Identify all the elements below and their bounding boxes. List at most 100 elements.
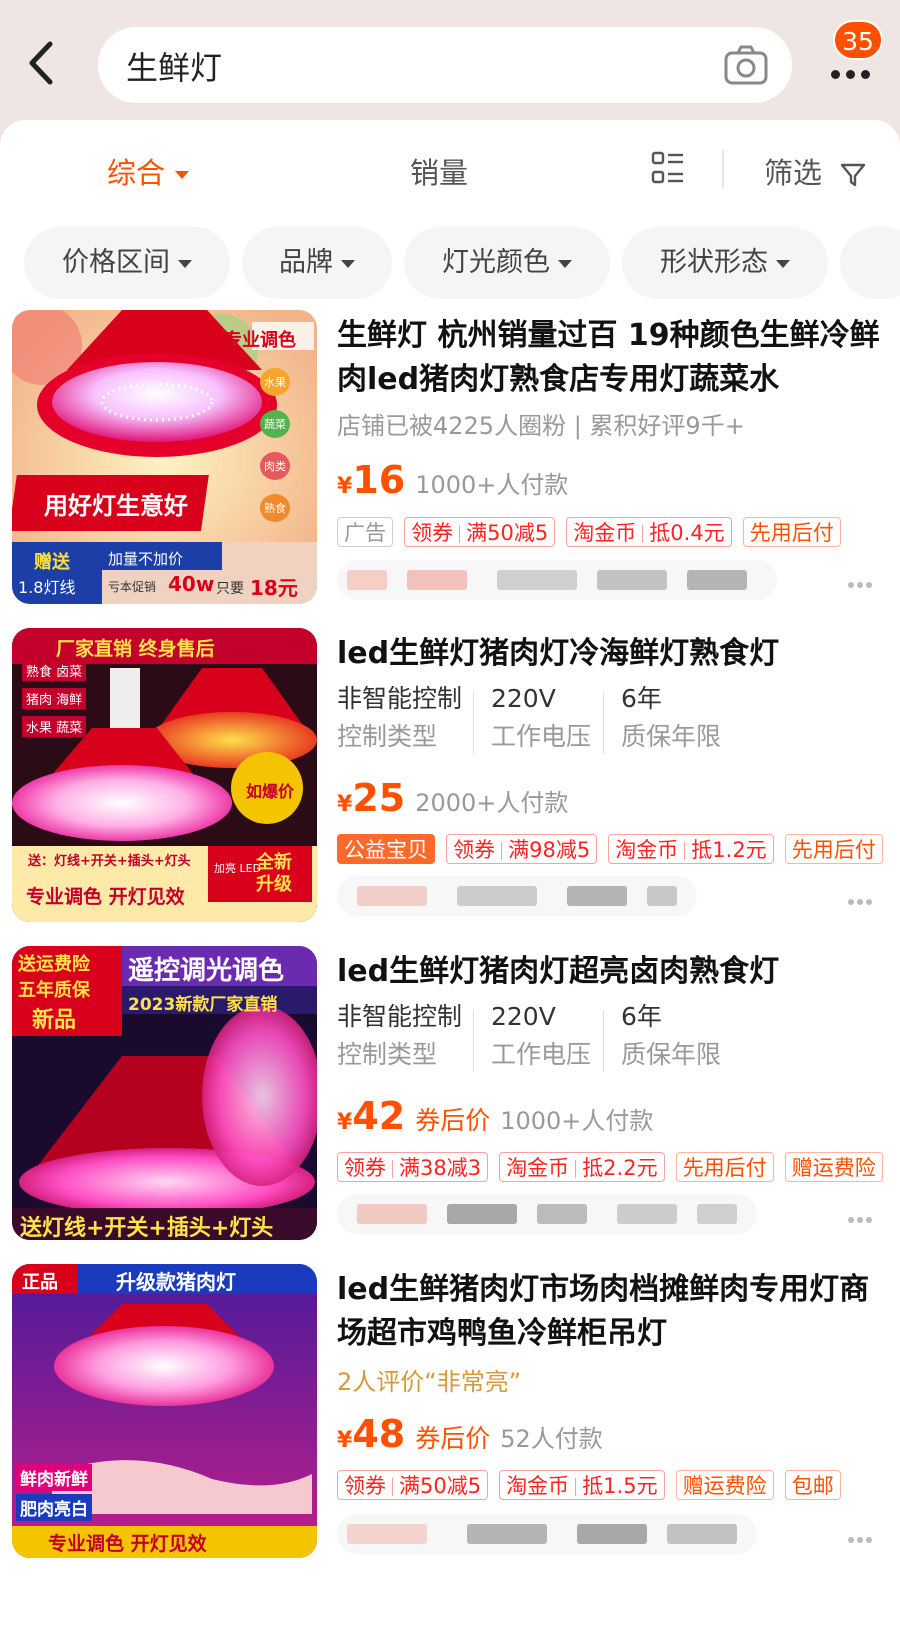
free-shipping-tag: 包邮	[784, 1470, 841, 1500]
caret-down-icon	[341, 259, 355, 268]
spec-warranty: 6年 质保年限	[621, 684, 722, 751]
image-text: 40w	[168, 572, 215, 596]
image-text: 新品	[32, 1008, 77, 1033]
image-text: 猪肉 海鲜	[22, 688, 87, 709]
image-text: 亏本促销	[108, 580, 157, 594]
image-text: 水果	[260, 368, 290, 396]
price: ¥25	[337, 776, 406, 820]
price: ¥48	[337, 1412, 406, 1456]
product-title[interactable]: 生鲜灯 杭州销量过百 19种颜色生鲜冷鲜肉led猪肉灯熟食店专用灯蔬菜水	[337, 314, 882, 402]
shop-link[interactable]	[337, 1514, 757, 1554]
coin-tag[interactable]: 淘金币 抵2.2元	[499, 1152, 665, 1182]
product-card[interactable]: 正品 升级款猪肉灯 鲜肉新鲜 肥肉亮白 专业调色 开灯见效 led生鲜猪肉灯市场…	[0, 1264, 900, 1584]
more-options-icon[interactable]	[848, 573, 878, 593]
spec-control: 非智能控制 控制类型	[337, 684, 463, 751]
more-options-icon[interactable]	[848, 1208, 878, 1228]
product-title[interactable]: led生鲜灯猪肉灯冷海鲜灯熟食灯	[337, 632, 882, 676]
product-specs: 非智能控制 控制类型 220V 工作电压 6年 质保年限	[337, 680, 877, 770]
price-row: ¥25 2000+人付款	[337, 776, 568, 822]
back-arrow-icon	[29, 41, 53, 85]
coupon-tag[interactable]: 领券 满38减3	[337, 1152, 489, 1182]
image-text: 熟食 卤菜	[22, 660, 87, 681]
image-text: 加亮 LED	[214, 862, 262, 875]
price-row: ¥16 1000+人付款	[337, 458, 568, 504]
shop-link[interactable]	[337, 1194, 757, 1234]
sort-comprehensive[interactable]: 综合	[107, 150, 190, 192]
price: ¥16	[337, 458, 406, 502]
image-text: 加量不加价	[108, 550, 184, 568]
filter-label: 筛选	[764, 156, 823, 190]
sort-comprehensive-label: 综合	[107, 156, 166, 190]
image-text: 送运费险	[18, 954, 90, 975]
image-text: 正品	[22, 1272, 58, 1293]
ad-tag: 广告	[337, 517, 393, 547]
chip-brand[interactable]: 品牌	[242, 227, 392, 299]
image-text: 熟食	[260, 494, 290, 522]
coupon-tag[interactable]: 领券 满50减5	[337, 1470, 489, 1500]
chip-light-color[interactable]: 灯光颜色	[404, 227, 610, 299]
more-menu-button[interactable]: 35	[825, 20, 885, 92]
image-text: 1.8灯线	[18, 578, 76, 597]
price-row: ¥48 券后价 52人付款	[337, 1412, 603, 1458]
image-text: 遥控调光调色	[128, 956, 285, 986]
filter-icon	[841, 163, 866, 187]
product-image[interactable]: 送运费险 五年质保 新品 遥控调光调色 2023新款厂家直销 送灯线+开关+插头…	[12, 946, 317, 1240]
image-text: 蔬菜	[260, 410, 290, 438]
layout-toggle-icon[interactable]	[650, 150, 686, 186]
spec-voltage: 220V 工作电压	[491, 684, 592, 751]
image-text: 五年质保	[18, 980, 90, 1001]
product-title[interactable]: led生鲜灯猪肉灯超亮卤肉熟食灯	[337, 950, 882, 994]
search-bar[interactable]: 生鲜灯	[98, 27, 792, 103]
image-text: 鲜肉新鲜	[16, 1464, 92, 1491]
image-text: 升级款猪肉灯	[116, 1270, 236, 1294]
promo-tags: 领券 满38减3 淘金币 抵2.2元 先用后付 赠运费险	[337, 1152, 889, 1184]
camera-icon[interactable]	[722, 41, 770, 89]
shipping-insurance-tag: 赠运费险	[784, 1152, 883, 1182]
more-options-icon[interactable]	[848, 1528, 878, 1548]
image-text: 赠送	[34, 552, 70, 573]
image-text: 送灯线+开关+插头+灯头	[20, 1216, 274, 1240]
price-row: ¥42 券后价 1000+人付款	[337, 1094, 653, 1140]
chip-shape[interactable]: 形状形态	[622, 227, 828, 299]
caret-down-icon	[175, 171, 190, 179]
back-button[interactable]	[22, 36, 72, 94]
search-query[interactable]: 生鲜灯	[126, 43, 222, 89]
sold-count: 2000+人付款	[415, 789, 569, 817]
product-image[interactable]: 正品 升级款猪肉灯 鲜肉新鲜 肥肉亮白 专业调色 开灯见效	[12, 1264, 317, 1558]
product-image[interactable]: 厂家直销 终身售后 熟食 卤菜 猪肉 海鲜 水果 蔬菜 如爆价 送：灯线+开关+…	[12, 628, 317, 922]
image-text: 全新升级	[256, 852, 292, 895]
sold-count: 1000+人付款	[500, 1107, 654, 1135]
image-text: 水果 蔬菜	[22, 716, 87, 737]
chip-price-range[interactable]: 价格区间	[24, 227, 230, 299]
promo-tags: 领券 满50减5 淘金币 抵1.5元 赠运费险 包邮	[337, 1470, 847, 1502]
coin-tag[interactable]: 淘金币 抵1.2元	[608, 834, 774, 864]
sort-sales[interactable]: 销量	[410, 150, 468, 192]
image-text: 送：灯线+开关+插头+灯头	[28, 854, 191, 869]
chip-more[interactable]	[840, 227, 900, 299]
coin-tag[interactable]: 淘金币 抵0.4元	[566, 517, 732, 547]
more-options-icon[interactable]	[848, 890, 878, 910]
image-text: 专业调色 开灯见效	[26, 886, 185, 908]
filter-button[interactable]: 筛选	[764, 150, 867, 192]
promo-tags: 公益宝贝 领券 满98减5 淘金币 抵1.2元 先用后付	[337, 834, 889, 866]
shipping-insurance-tag: 赠运费险	[675, 1470, 774, 1500]
review-summary: 2人评价“非常亮”	[337, 1368, 522, 1396]
product-card[interactable]: 专业调色 水果 蔬菜 肉类 熟食 用好灯生意好 赠送 1.8灯线 加量不加价 亏…	[0, 310, 900, 630]
shop-link[interactable]	[337, 560, 777, 600]
product-card[interactable]: 厂家直销 终身售后 熟食 卤菜 猪肉 海鲜 水果 蔬菜 如爆价 送：灯线+开关+…	[0, 628, 900, 948]
coupon-tag[interactable]: 领券 满98减5	[446, 834, 598, 864]
product-image[interactable]: 专业调色 水果 蔬菜 肉类 熟食 用好灯生意好 赠送 1.8灯线 加量不加价 亏…	[12, 310, 317, 604]
image-text: 专业调色 开灯见效	[48, 1533, 207, 1555]
shop-link[interactable]	[337, 876, 697, 916]
product-card[interactable]: 送运费险 五年质保 新品 遥控调光调色 2023新款厂家直销 送灯线+开关+插头…	[0, 946, 900, 1266]
message-count-badge: 35	[833, 20, 883, 60]
more-dots-icon	[831, 64, 876, 83]
image-text: 用好灯生意好	[44, 492, 188, 520]
image-text: 2023新款厂家直销	[128, 995, 278, 1015]
product-title[interactable]: led生鲜猪肉灯市场肉档摊鲜肉专用灯商场超市鸡鸭鱼冷鲜柜吊灯	[337, 1268, 882, 1356]
coin-tag[interactable]: 淘金币 抵1.5元	[499, 1470, 665, 1500]
spec-control: 非智能控制 控制类型	[337, 1002, 463, 1069]
image-text: 肥肉亮白	[16, 1494, 92, 1521]
pay-later-tag: 先用后付	[675, 1152, 774, 1182]
coupon-tag[interactable]: 领券 满50减5	[404, 517, 556, 547]
